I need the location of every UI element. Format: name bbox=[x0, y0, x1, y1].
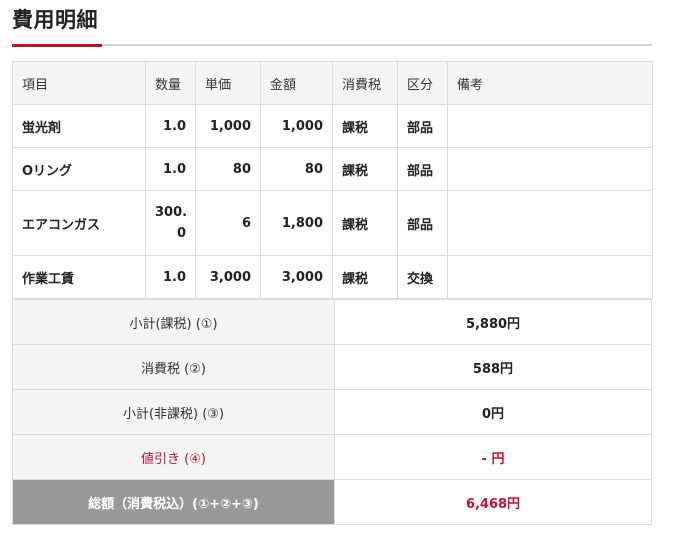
cell-tax: 課税 bbox=[332, 147, 398, 191]
cell-amount: 1,000 bbox=[260, 104, 333, 148]
quantity-line-1: 300. bbox=[155, 205, 188, 220]
summary-row-subtotal-taxable: 小計(課税) (①) 5,880円 bbox=[12, 299, 652, 345]
header-category: 区分 bbox=[397, 61, 448, 105]
cell-item: 蛍光剤 bbox=[12, 104, 146, 148]
header-tax: 消費税 bbox=[332, 61, 398, 105]
cell-category: 部品 bbox=[397, 147, 448, 191]
table-row: Oリング 1.0 80 80 課税 部品 bbox=[12, 147, 653, 191]
summary-row-subtotal-nontaxable: 小計(非課税) (③) 0円 bbox=[12, 389, 652, 435]
cell-quantity: 1.0 bbox=[145, 255, 196, 299]
cost-summary-table: 小計(課税) (①) 5,880円 消費税 (②) 588円 小計(非課税) (… bbox=[12, 299, 652, 525]
title-divider bbox=[12, 44, 652, 46]
title-accent-bar bbox=[12, 44, 102, 47]
summary-row-discount: 値引き (④) - 円 bbox=[12, 434, 652, 480]
cell-amount: 1,800 bbox=[260, 190, 333, 256]
table-row: 作業工賃 1.0 3,000 3,000 課税 交換 bbox=[12, 255, 653, 299]
consumption-tax-label: 消費税 (②) bbox=[12, 344, 335, 390]
subtotal-nontaxable-label: 小計(非課税) (③) bbox=[12, 389, 335, 435]
header-quantity: 数量 bbox=[145, 61, 196, 105]
table-row: エアコンガス 300. 0 6 1,800 課税 部品 bbox=[12, 190, 653, 256]
cell-note bbox=[447, 190, 653, 256]
cell-unit-price: 3,000 bbox=[195, 255, 261, 299]
cell-unit-price: 80 bbox=[195, 147, 261, 191]
cell-category: 部品 bbox=[397, 190, 448, 256]
cell-note bbox=[447, 147, 653, 191]
header-amount: 金額 bbox=[260, 61, 333, 105]
header-note: 備考 bbox=[447, 61, 653, 105]
cost-detail-table: 項目 数量 単価 金額 消費税 区分 備考 蛍光剤 1.0 1,000 1,00… bbox=[12, 61, 653, 299]
cell-tax: 課税 bbox=[332, 104, 398, 148]
header-unit-price: 単価 bbox=[195, 61, 261, 105]
summary-row-total: 総額（消費税込）(①+②+③) 6,468円 bbox=[12, 479, 652, 525]
cell-category: 部品 bbox=[397, 104, 448, 148]
cell-unit-price: 1,000 bbox=[195, 104, 261, 148]
cell-item: エアコンガス bbox=[12, 190, 146, 256]
header-item: 項目 bbox=[12, 61, 146, 105]
cell-note bbox=[447, 104, 653, 148]
total-label: 総額（消費税込）(①+②+③) bbox=[12, 479, 335, 525]
cell-quantity: 1.0 bbox=[145, 104, 196, 148]
subtotal-nontaxable-value: 0円 bbox=[334, 389, 652, 435]
cell-item: 作業工賃 bbox=[12, 255, 146, 299]
subtotal-taxable-value: 5,880円 bbox=[334, 299, 652, 345]
page-title: 費用明細 bbox=[12, 8, 98, 32]
discount-value: - 円 bbox=[334, 434, 652, 480]
summary-row-consumption-tax: 消費税 (②) 588円 bbox=[12, 344, 652, 390]
discount-label: 値引き (④) bbox=[12, 434, 335, 480]
total-value: 6,468円 bbox=[334, 479, 652, 525]
quantity-line-2: 0 bbox=[176, 226, 186, 241]
cell-tax: 課税 bbox=[332, 190, 398, 256]
cell-quantity: 300. 0 bbox=[145, 190, 196, 256]
cell-item: Oリング bbox=[12, 147, 146, 191]
cell-tax: 課税 bbox=[332, 255, 398, 299]
cell-unit-price: 6 bbox=[195, 190, 261, 256]
cell-amount: 3,000 bbox=[260, 255, 333, 299]
table-header-row: 項目 数量 単価 金額 消費税 区分 備考 bbox=[12, 61, 653, 105]
cell-quantity: 1.0 bbox=[145, 147, 196, 191]
cell-amount: 80 bbox=[260, 147, 333, 191]
table-row: 蛍光剤 1.0 1,000 1,000 課税 部品 bbox=[12, 104, 653, 148]
consumption-tax-value: 588円 bbox=[334, 344, 652, 390]
cell-category: 交換 bbox=[397, 255, 448, 299]
cell-note bbox=[447, 255, 653, 299]
subtotal-taxable-label: 小計(課税) (①) bbox=[12, 299, 335, 345]
